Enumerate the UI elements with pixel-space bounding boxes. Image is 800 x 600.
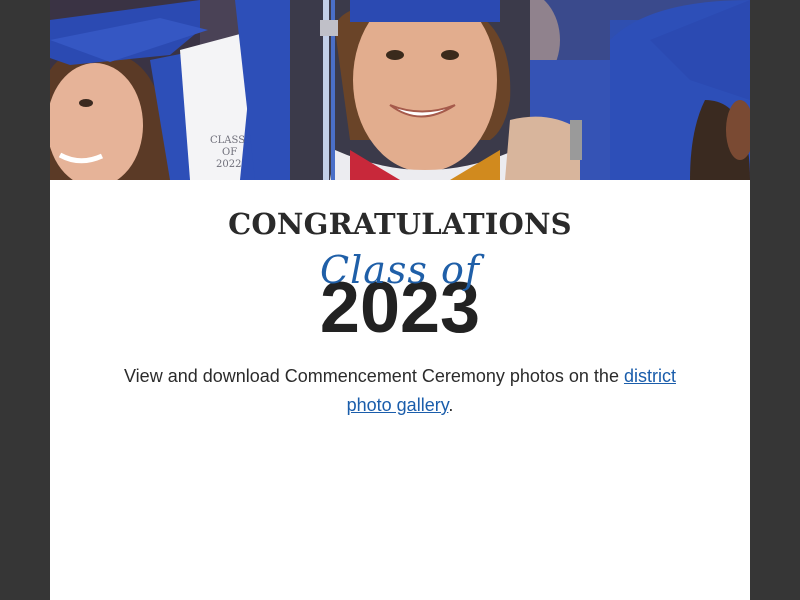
graduation-photo: CLASS OF 2022 (50, 0, 750, 180)
class-of-script: Class of (320, 248, 480, 292)
gallery-message-period: . (448, 395, 454, 415)
congratulations-heading: CONGRATULATIONS (228, 207, 572, 241)
gown-line-2: OF (222, 147, 237, 158)
gallery-message-text: View and download Commencement Ceremony … (124, 366, 624, 386)
gown-line-3: 2022 (216, 159, 241, 170)
gallery-message: View and download Commencement Ceremony … (105, 362, 695, 420)
content-section: CONGRATULATIONS Class of 2023 View and d… (50, 180, 750, 420)
gown-line-1: CLASS (210, 135, 245, 146)
class-of-year-logo: Class of 2023 (50, 248, 750, 344)
graduation-photo-illustration: CLASS OF 2022 (50, 0, 750, 180)
email-card: CLASS OF 2022 CONGRATULATIONS Class of 2… (50, 0, 750, 600)
